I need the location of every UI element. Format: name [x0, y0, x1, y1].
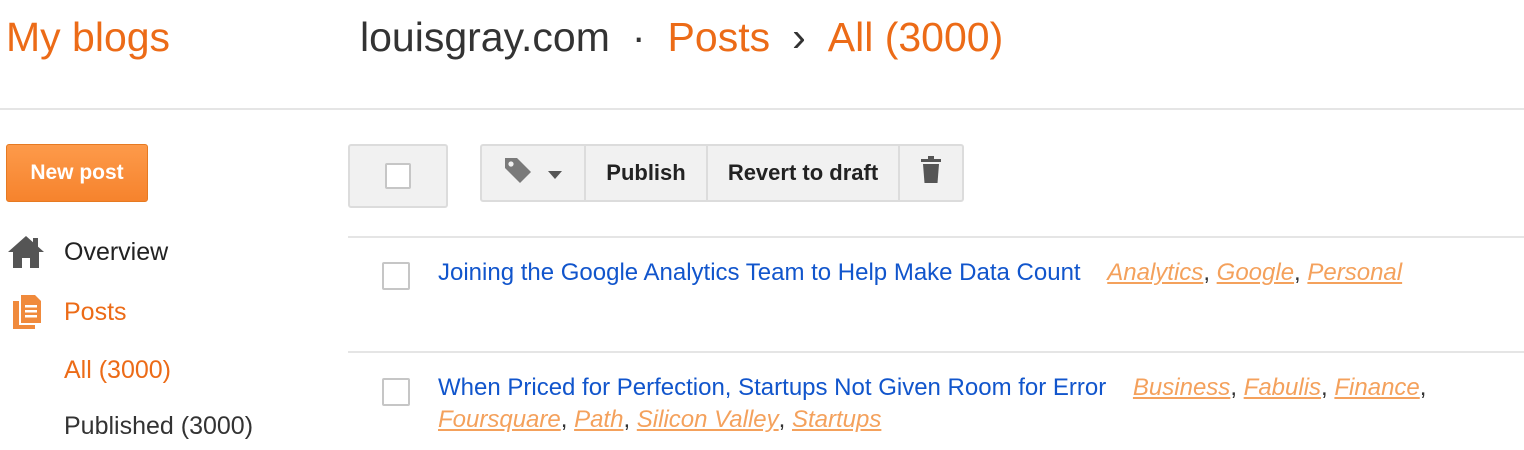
header: My blogs louisgray.com · Posts › All (3000) [0, 0, 1524, 110]
revert-to-draft-button[interactable]: Revert to draft [708, 146, 900, 200]
tag-icon [503, 156, 533, 190]
breadcrumb-separator: · [631, 14, 646, 60]
post-tag[interactable]: Google [1217, 259, 1294, 286]
select-all-checkbox[interactable] [385, 163, 411, 189]
post-tag[interactable]: Personal [1307, 259, 1402, 286]
divider [348, 351, 1524, 353]
post-tag[interactable]: Analytics [1107, 259, 1203, 286]
post-body: When Priced for Perfection, Startups Not… [438, 374, 1427, 433]
labels-dropdown-button[interactable] [482, 146, 586, 200]
post-checkbox[interactable] [382, 262, 410, 290]
posts-icon [6, 292, 46, 332]
delete-button[interactable] [900, 146, 962, 200]
post-title-link[interactable]: When Priced for Perfection, Startups Not… [438, 374, 1106, 401]
chevron-down-icon [547, 160, 563, 186]
select-all-button[interactable] [348, 144, 448, 208]
post-checkbox[interactable] [382, 378, 410, 406]
divider [348, 236, 1524, 238]
breadcrumb-posts[interactable]: Posts [668, 14, 771, 60]
sidebar-subitem-all[interactable]: All (3000) [64, 356, 171, 385]
trash-icon [920, 156, 942, 190]
post-tag[interactable]: Silicon Valley [637, 406, 779, 433]
post-tag[interactable]: Path [574, 406, 623, 433]
blog-name[interactable]: louisgray.com [360, 14, 610, 60]
post-tag[interactable]: Finance [1334, 374, 1419, 401]
publish-button[interactable]: Publish [586, 146, 708, 200]
home-icon [6, 232, 46, 272]
sidebar-item-label: Posts [64, 297, 127, 326]
post-actions-toolbar: Publish Revert to draft [480, 144, 964, 202]
sidebar-item-label: Overview [64, 237, 169, 266]
post-title-link[interactable]: Joining the Google Analytics Team to Hel… [438, 259, 1081, 286]
new-post-button[interactable]: New post [6, 144, 148, 202]
post-tag[interactable]: Foursquare [438, 406, 561, 433]
breadcrumb: louisgray.com · Posts › All (3000) [360, 14, 1003, 61]
post-tag[interactable]: Fabulis [1244, 374, 1321, 401]
sidebar-item-posts[interactable]: Posts [6, 292, 127, 332]
breadcrumb-filter[interactable]: All (3000) [828, 14, 1003, 60]
post-tag[interactable]: Business [1133, 374, 1230, 401]
post-body: Joining the Google Analytics Team to Hel… [438, 259, 1403, 286]
sidebar-item-overview[interactable]: Overview [6, 232, 168, 272]
my-blogs-link[interactable]: My blogs [6, 14, 170, 61]
sidebar-subitem-published[interactable]: Published (3000) [64, 412, 253, 441]
breadcrumb-chevron: › [792, 14, 806, 60]
post-tag[interactable]: Startups [792, 406, 881, 433]
